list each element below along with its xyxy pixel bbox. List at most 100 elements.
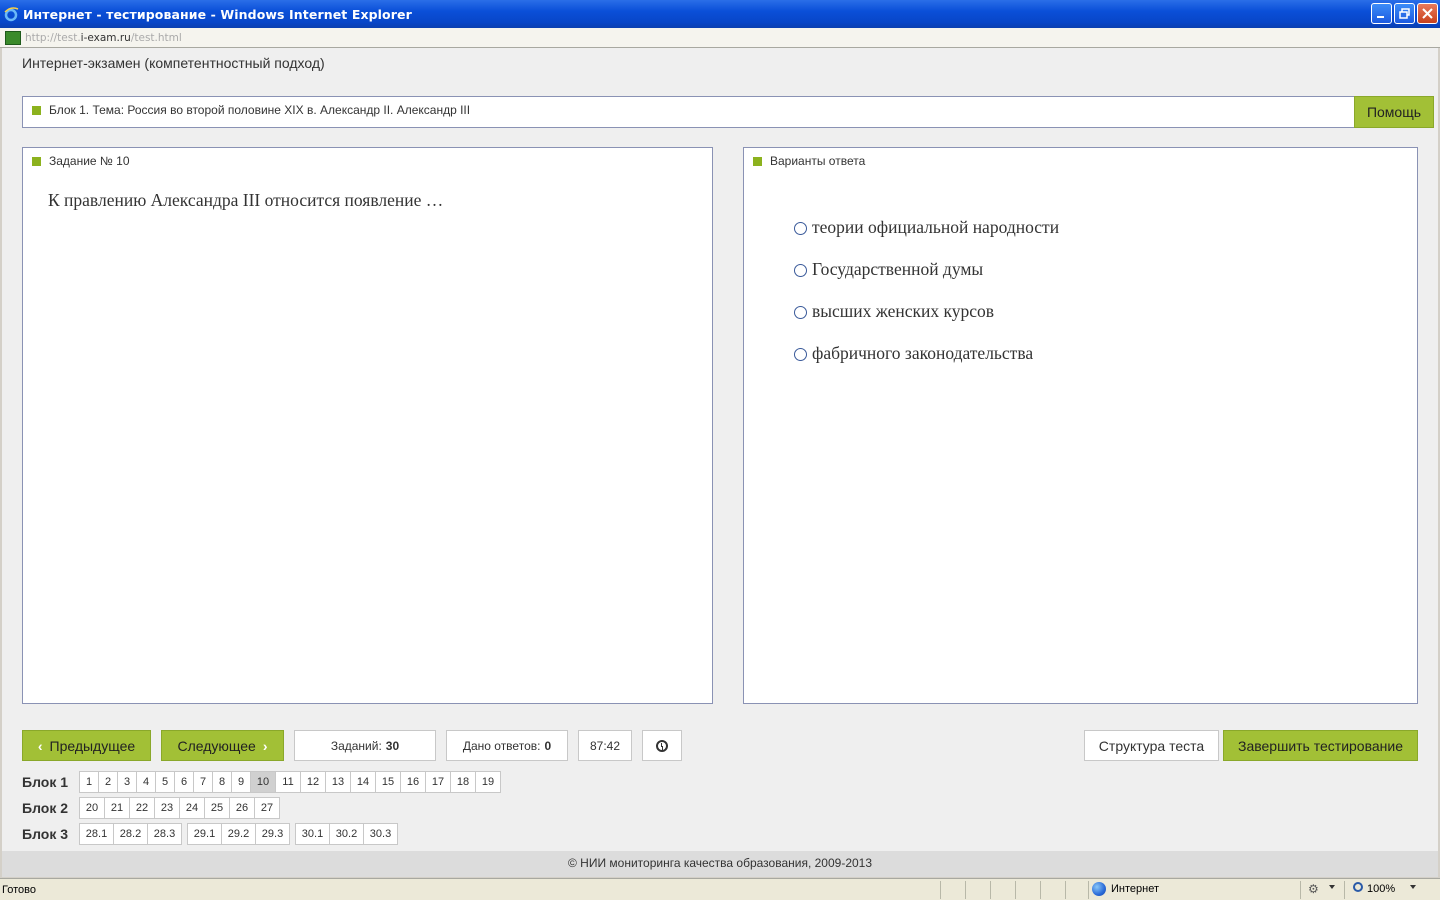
chevron-down-icon[interactable] bbox=[1329, 885, 1335, 889]
task-number-cell[interactable]: 16 bbox=[400, 771, 426, 793]
task-number-cell[interactable]: 29.2 bbox=[221, 823, 256, 845]
answer-option[interactable]: теории официальной народности bbox=[794, 206, 1059, 248]
page-content: Интернет-экзамен (компетентностный подхо… bbox=[2, 48, 1438, 877]
url-prefix: http://test. bbox=[25, 31, 81, 44]
task-number-cell[interactable]: 11 bbox=[275, 771, 301, 793]
clock-button[interactable] bbox=[642, 730, 682, 761]
answer-label: теории официальной народности bbox=[812, 216, 1060, 237]
block-topic-label: Блок 1. Тема: Россия во второй половине … bbox=[49, 103, 471, 117]
block-row-label: Блок 2 bbox=[22, 800, 69, 816]
task-number-cell[interactable]: 9 bbox=[231, 771, 251, 793]
task-number-cell[interactable]: 3 bbox=[117, 771, 137, 793]
task-number-cell[interactable]: 8 bbox=[212, 771, 232, 793]
task-number-cell[interactable]: 1 bbox=[79, 771, 99, 793]
status-divider bbox=[965, 881, 966, 899]
next-button[interactable]: Следующее › bbox=[161, 730, 284, 761]
url-text: http://test.i-exam.ru/test.html bbox=[25, 32, 182, 44]
chevron-left-icon: ‹ bbox=[37, 737, 43, 754]
previous-label: Предыдущее bbox=[49, 737, 136, 754]
task-number-cell[interactable]: 4 bbox=[136, 771, 156, 793]
clock-icon bbox=[656, 739, 668, 752]
address-bar[interactable]: http://test.i-exam.ru/test.html bbox=[0, 28, 1440, 48]
block-row: Блок 1 1 2 3 4 5 6 7 8 9 10 11 12 13 14 15 16 17 18 19 bbox=[22, 771, 501, 793]
zoom-level[interactable]: 100% bbox=[1367, 883, 1395, 895]
block-row: Блок 2 20 21 22 23 24 25 26 27 bbox=[22, 797, 280, 819]
task-number-cell[interactable]: 18 bbox=[450, 771, 476, 793]
green-square-icon bbox=[32, 157, 41, 166]
radio-button[interactable] bbox=[794, 348, 807, 361]
task-number-cell[interactable]: 19 bbox=[475, 771, 501, 793]
task-number-cell[interactable]: 7 bbox=[193, 771, 213, 793]
task-number-cell[interactable]: 21 bbox=[104, 797, 130, 819]
task-number-cell[interactable]: 17 bbox=[425, 771, 451, 793]
chevron-down-icon[interactable] bbox=[1410, 885, 1416, 889]
previous-button[interactable]: ‹ Предыдущее bbox=[22, 730, 151, 761]
status-divider bbox=[1088, 881, 1089, 899]
finish-test-button[interactable]: Завершить тестирование bbox=[1223, 730, 1418, 761]
block-row-label: Блок 3 bbox=[22, 826, 69, 842]
minimize-button[interactable] bbox=[1371, 3, 1392, 24]
chevron-right-icon: › bbox=[262, 737, 268, 754]
task-number-cell[interactable]: 25 bbox=[204, 797, 230, 819]
tasks-count-label: Заданий: bbox=[330, 738, 382, 753]
radio-button[interactable] bbox=[794, 306, 807, 319]
task-number-cell[interactable]: 30.1 bbox=[295, 823, 330, 845]
answer-options: теории официальной народности Государств… bbox=[794, 206, 1059, 374]
task-number-cell[interactable]: 23 bbox=[154, 797, 180, 819]
status-divider bbox=[1015, 881, 1016, 899]
green-square-icon bbox=[32, 106, 41, 115]
help-button[interactable]: Помощь bbox=[1354, 96, 1434, 128]
page-favicon-icon bbox=[5, 30, 21, 45]
status-divider bbox=[940, 881, 941, 899]
window-controls bbox=[1371, 3, 1438, 24]
task-number-cell[interactable]: 12 bbox=[300, 771, 326, 793]
restore-button[interactable] bbox=[1394, 3, 1415, 24]
task-number-cell[interactable]: 6 bbox=[174, 771, 194, 793]
task-number-cell[interactable]: 10 bbox=[250, 771, 276, 793]
task-number-cell[interactable]: 15 bbox=[375, 771, 401, 793]
task-number-cell[interactable]: 30.2 bbox=[329, 823, 364, 845]
task-number-cell[interactable]: 28.2 bbox=[113, 823, 148, 845]
task-number-cell[interactable]: 2 bbox=[98, 771, 118, 793]
status-bar: Готово Интернет ⚙ 100% bbox=[0, 878, 1440, 900]
test-structure-button[interactable]: Структура теста bbox=[1084, 730, 1219, 761]
task-number-cell[interactable]: 29.1 bbox=[187, 823, 222, 845]
answered-count-box: Дано ответов: 0 bbox=[446, 730, 568, 761]
page-title: Интернет-экзамен (компетентностный подхо… bbox=[22, 55, 325, 71]
radio-button[interactable] bbox=[794, 222, 807, 235]
task-number-cell[interactable]: 20 bbox=[79, 797, 105, 819]
url-domain: i-exam.ru bbox=[80, 31, 131, 44]
timer-box: 87:42 bbox=[578, 730, 632, 761]
radio-button[interactable] bbox=[794, 264, 807, 277]
task-number-cell[interactable]: 27 bbox=[254, 797, 280, 819]
task-number-cell[interactable]: 28.3 bbox=[147, 823, 182, 845]
answer-label: Государственной думы bbox=[812, 258, 984, 279]
task-number-cell[interactable]: 5 bbox=[155, 771, 175, 793]
protected-mode-icon[interactable]: ⚙ bbox=[1308, 882, 1324, 896]
globe-icon bbox=[1092, 882, 1106, 896]
task-number-cell[interactable]: 28.1 bbox=[79, 823, 114, 845]
block-row-label: Блок 1 bbox=[22, 774, 69, 790]
task-number-cell[interactable]: 24 bbox=[179, 797, 205, 819]
task-number-cell[interactable]: 29.3 bbox=[255, 823, 290, 845]
answer-label: высших женских курсов bbox=[812, 300, 995, 321]
task-number-cell[interactable]: 13 bbox=[325, 771, 351, 793]
task-number-cell[interactable]: 14 bbox=[350, 771, 376, 793]
timer-value: 87:42 bbox=[589, 738, 621, 753]
task-number-cell[interactable]: 22 bbox=[129, 797, 155, 819]
status-divider bbox=[1065, 881, 1066, 899]
block-topic-bar: Блок 1. Тема: Россия во второй половине … bbox=[22, 96, 1434, 128]
answer-option[interactable]: фабричного законодательства bbox=[794, 332, 1059, 374]
task-number-cell[interactable]: 26 bbox=[229, 797, 255, 819]
zoom-icon[interactable] bbox=[1353, 882, 1363, 892]
answer-option[interactable]: высших женских курсов bbox=[794, 290, 1059, 332]
url-suffix: /test.html bbox=[130, 31, 182, 44]
task-number-cell[interactable]: 30.3 bbox=[363, 823, 398, 845]
close-window-button[interactable] bbox=[1417, 3, 1438, 24]
question-text: К правлению Александра III относится поя… bbox=[48, 190, 444, 210]
answered-count-label: Дано ответов: bbox=[462, 738, 541, 753]
minimize-icon bbox=[1377, 16, 1384, 18]
status-divider bbox=[1040, 881, 1041, 899]
answer-label: фабричного законодательства bbox=[812, 342, 1034, 363]
answer-option[interactable]: Государственной думы bbox=[794, 248, 1059, 290]
